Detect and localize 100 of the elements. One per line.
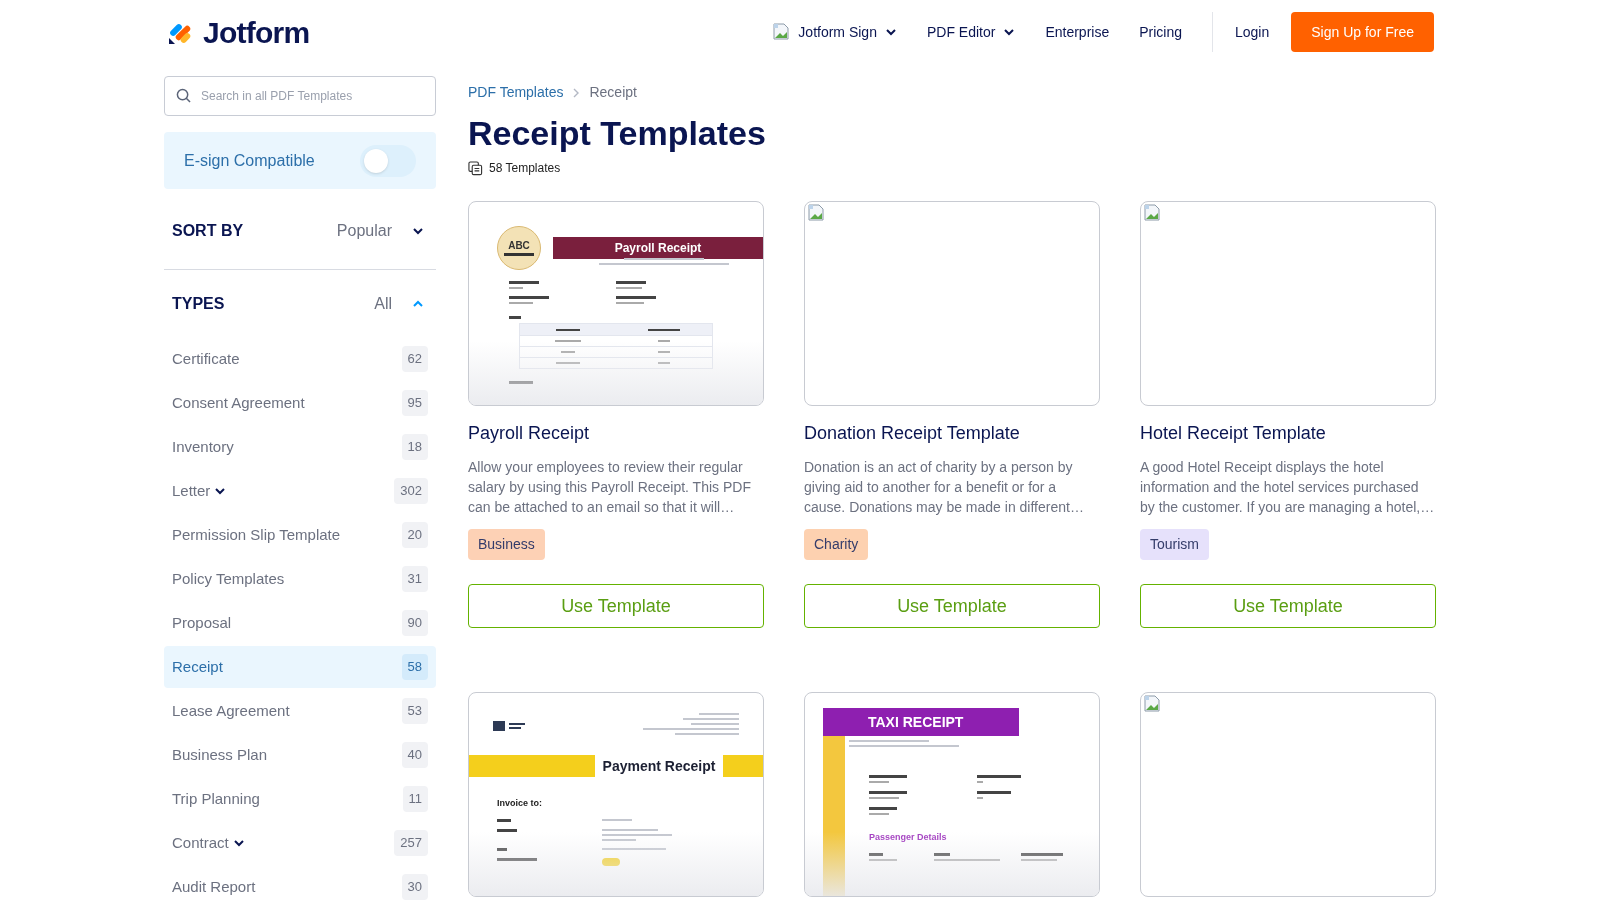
esign-label: E-sign Compatible [184,150,315,171]
text-lines [977,775,1021,783]
text-lines [602,847,666,850]
count-badge: 95 [401,390,428,416]
types-dropdown[interactable]: All [374,292,424,316]
sort-label: SORT BY [172,221,244,241]
text-lines [602,818,632,821]
text-lines [869,807,897,815]
types-label: TYPES [172,294,225,314]
text-lines [869,775,907,783]
company-logo [493,721,525,731]
type-label: Permission Slip Template [172,524,341,545]
text-lines [509,381,533,384]
broken-image-icon [772,23,791,41]
template-thumbnail[interactable]: TAXI RECEIPT Passenger Details [804,692,1100,897]
page-title: Receipt Templates [468,113,767,153]
sort-dropdown[interactable]: Popular [336,219,424,243]
count-badge: 20 [401,522,428,548]
template-thumbnail[interactable] [804,201,1100,406]
breadcrumb-link[interactable]: Receipt [589,82,637,103]
broken-image-icon [1143,695,1161,713]
type-item[interactable]: Audit Report 30 [164,866,436,900]
section-heading: Passenger Details [868,831,948,844]
type-item[interactable]: Trip Planning 11 [164,778,436,820]
signup-button[interactable]: Sign Up for Free [1291,12,1434,52]
count-badge: 257 [394,830,428,856]
type-item[interactable]: Permission Slip Template 20 [164,514,436,556]
breadcrumb-link[interactable]: PDF Templates [468,82,564,103]
use-template-button[interactable]: Use Template [468,584,764,628]
text-lines [497,847,507,851]
category-tag[interactable]: Tourism [1140,529,1209,560]
type-item[interactable]: Policy Templates 31 [164,558,436,600]
text-lines [1021,852,1063,861]
template-thumbnail[interactable] [1140,692,1436,897]
type-label: Inventory [172,436,234,457]
type-item[interactable]: Contract 257 [164,822,436,864]
type-item[interactable]: Proposal 90 [164,602,436,644]
type-item[interactable]: Certificate 62 [164,338,436,380]
type-item[interactable]: Consent Agreement 95 [164,382,436,424]
count-badge: 18 [401,434,428,460]
use-template-button[interactable]: Use Template [1140,584,1436,628]
template-title[interactable]: Payroll Receipt [468,420,764,447]
text-lines [497,818,511,822]
document-heading: TAXI RECEIPT [823,708,1019,736]
type-item[interactable]: Receipt 58 [164,646,436,688]
type-label: Audit Report [172,876,256,897]
type-label: Policy Templates [172,568,285,589]
text-lines [616,296,656,304]
type-label: Consent Agreement [172,392,305,413]
nav-link[interactable]: Jotform Sign [772,21,897,43]
text-lines [977,791,1011,799]
type-item[interactable]: Letter 302 [164,470,436,512]
text-lines [497,828,517,832]
document-heading: Payment Receipt [601,756,717,776]
count-badge: 62 [401,346,428,372]
template-title[interactable]: Donation Receipt Template [804,420,1100,447]
category-tag[interactable]: Charity [804,529,869,560]
text-lines [869,791,907,799]
template-count: 58 Templates [489,160,561,177]
section-heading: Invoice to: [496,797,543,810]
chevron-down-icon [884,26,897,38]
payment-method-badge [602,857,620,866]
login-link[interactable]: Login [1235,21,1270,43]
accent-band [723,755,763,777]
template-thumbnail[interactable] [1140,201,1436,406]
company-logo: ABC [497,226,541,270]
nav-link[interactable]: Enterprise [1045,21,1110,43]
text-lines [509,281,539,289]
template-description: Allow your employees to review their regular salary by using this Payroll Receipt. This PDF can be attached to an email so that it will… [468,458,752,517]
nav-link[interactable]: PDF Editor [926,21,1016,43]
text-lines [509,316,521,319]
text-lines [497,857,537,861]
template-title[interactable]: Hotel Receipt Template [1140,420,1436,447]
search-icon [176,88,191,103]
category-tag[interactable]: Business [468,529,545,560]
type-label: Business Plan [172,744,268,765]
nav-link[interactable]: Pricing [1139,21,1182,43]
broken-image-icon [1143,204,1161,222]
type-item[interactable]: Business Plan 40 [164,734,436,776]
text-lines [934,852,1000,861]
type-item[interactable]: Inventory 18 [164,426,436,468]
copy-icon [468,160,483,176]
count-badge: 90 [401,610,428,636]
template-description: Donation is an act of charity by a person by giving aid to another for a benefit or for a cause. Donations may be made in different… [804,458,1085,517]
type-label: Receipt [172,656,223,677]
esign-toggle[interactable] [360,144,416,177]
template-thumbnail[interactable]: ABC Payroll Receipt [468,201,764,406]
template-thumbnail[interactable]: Payment Receipt Invoice to: [468,692,764,897]
count-badge: 302 [394,478,428,504]
text-lines [869,852,897,861]
type-label: Trip Planning [172,788,260,809]
type-label: Proposal [172,612,232,633]
type-label: Letter [172,480,211,501]
search-field[interactable]: Search in all PDF Templates [164,76,436,116]
chevron-down-icon [1003,26,1016,38]
document-heading: Payroll Receipt [553,237,763,259]
type-item[interactable]: Lease Agreement 53 [164,690,436,732]
logo-wordmark[interactable]: Jotform [203,9,310,55]
text-lines [616,281,646,289]
use-template-button[interactable]: Use Template [804,584,1100,628]
